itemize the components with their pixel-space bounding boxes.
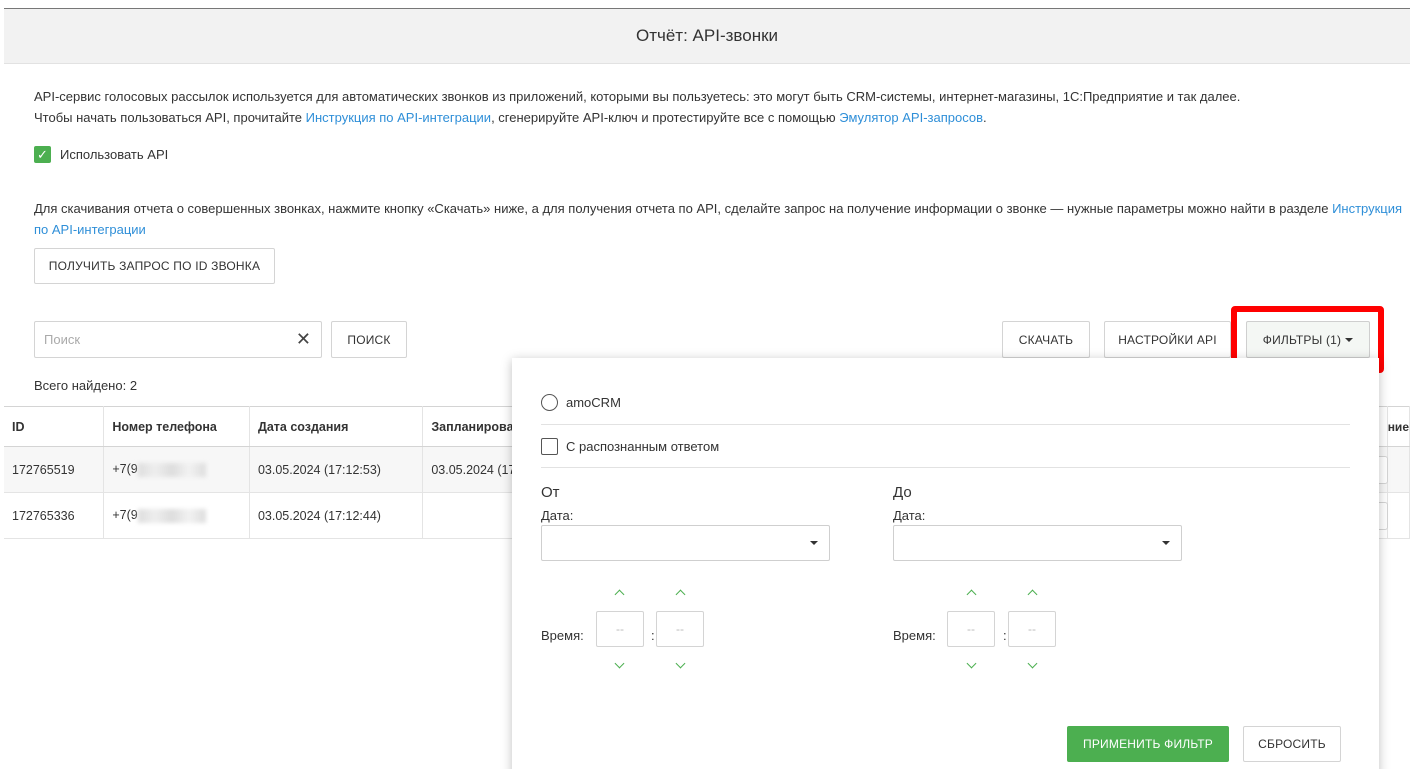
emulator-link[interactable]: Эмулятор API-запросов — [839, 110, 983, 125]
page-title: Отчёт: API-звонки — [635, 26, 779, 45]
column-header-phone[interactable]: Номер телефона — [103, 406, 250, 447]
time-separator: : — [651, 628, 655, 643]
to-date-select[interactable] — [893, 525, 1182, 561]
intro-line-1: API-сервис голосовых рассылок использует… — [34, 89, 1241, 104]
to-time-label: Время: — [893, 628, 936, 643]
from-hours-down-icon[interactable] — [615, 660, 625, 670]
to-title: До — [893, 484, 912, 501]
from-date-label: Дата: — [541, 508, 574, 523]
from-title: От — [541, 484, 560, 501]
instruction-link[interactable]: Инструкция по API-интеграции — [306, 110, 491, 125]
download-button[interactable]: СКАЧАТЬ — [1002, 321, 1090, 358]
from-minutes-down-icon[interactable] — [676, 660, 686, 670]
to-date-label: Дата: — [893, 508, 926, 523]
filters-button-label: ФИЛЬТРЫ (1) — [1262, 332, 1342, 347]
close-icon[interactable]: ✕ — [296, 330, 311, 348]
page-header: Отчёт: API-звонки — [4, 8, 1410, 64]
cell-partial — [1387, 492, 1410, 539]
column-header-partial: ние — [1387, 406, 1410, 447]
recognized-answer-label: С распознанным ответом — [566, 439, 720, 454]
to-hours-down-icon[interactable] — [967, 660, 977, 670]
recognized-answer-option[interactable]: С распознанным ответом — [541, 438, 719, 455]
caret-down-icon — [810, 541, 818, 545]
filters-button[interactable]: ФИЛЬТРЫ (1) — [1246, 321, 1370, 358]
intro-text-part: . — [983, 110, 987, 125]
phone-redacted — [137, 508, 206, 523]
total-found: Всего найдено: 2 — [34, 378, 138, 393]
search-input[interactable] — [44, 332, 294, 347]
divider — [541, 424, 1350, 425]
cell-phone: +7(9 — [103, 446, 250, 493]
column-header-created[interactable]: Дата создания — [249, 406, 424, 447]
to-hours-up-icon[interactable] — [967, 588, 977, 598]
phone-redacted — [137, 462, 206, 477]
cell-id: 172765336 — [4, 492, 105, 539]
filters-dropdown: amoCRM С распознанным ответом От Дата: В… — [512, 358, 1379, 769]
get-by-id-button[interactable]: ПОЛУЧИТЬ ЗАПРОС ПО ID ЗВОНКА — [34, 248, 275, 284]
cell-phone: +7(9 — [103, 492, 250, 539]
from-date-select[interactable] — [541, 525, 830, 561]
intro-line-2: Чтобы начать пользоваться API, прочитайт… — [34, 107, 1394, 128]
caret-down-icon — [1345, 337, 1354, 342]
row-action-button[interactable] — [1378, 456, 1388, 484]
cell-created: 03.05.2024 (17:12:53) — [249, 446, 424, 493]
amocrm-option[interactable]: amoCRM — [541, 394, 621, 411]
reset-button[interactable]: СБРОСИТЬ — [1243, 726, 1341, 762]
amocrm-label: amoCRM — [566, 395, 621, 410]
from-time-label: Время: — [541, 628, 584, 643]
to-minutes-up-icon[interactable] — [1028, 588, 1038, 598]
caret-down-icon — [1162, 541, 1170, 545]
row-action-button[interactable] — [1378, 502, 1388, 530]
search-button[interactable]: ПОИСК — [331, 321, 407, 358]
phone-text: +7(9 — [112, 508, 138, 523]
cell-partial — [1387, 446, 1410, 493]
checkmark-icon[interactable]: ✓ — [34, 146, 51, 163]
divider — [541, 467, 1350, 468]
download-info-text: Для скачивания отчета о совершенных звон… — [34, 198, 1404, 240]
use-api-label: Использовать API — [60, 147, 169, 162]
to-minutes-down-icon[interactable] — [1028, 660, 1038, 670]
use-api-checkbox[interactable]: ✓ Использовать API — [34, 146, 168, 163]
api-settings-button[interactable]: НАСТРОЙКИ API — [1104, 321, 1231, 358]
radio-button[interactable] — [541, 394, 558, 411]
time-separator: : — [1003, 628, 1007, 643]
from-hours-input[interactable]: -- — [596, 611, 644, 647]
checkbox[interactable] — [541, 438, 558, 455]
cell-created: 03.05.2024 (17:12:44) — [249, 492, 424, 539]
to-minutes-input[interactable]: -- — [1008, 611, 1056, 647]
from-hours-up-icon[interactable] — [615, 588, 625, 598]
apply-filter-button[interactable]: ПРИМЕНИТЬ ФИЛЬТР — [1067, 726, 1229, 762]
search-box: ✕ — [34, 321, 322, 358]
column-header-id[interactable]: ID — [4, 406, 105, 447]
phone-text: +7(9 — [112, 462, 138, 477]
intro-text-part: , сгенерируйте API-ключ и протестируйте … — [491, 110, 840, 125]
intro-text: API-сервис голосовых рассылок использует… — [34, 86, 1394, 128]
cell-id: 172765519 — [4, 446, 105, 493]
from-minutes-up-icon[interactable] — [676, 588, 686, 598]
intro-text-part: Чтобы начать пользоваться API, прочитайт… — [34, 110, 306, 125]
download-info-part: Для скачивания отчета о совершенных звон… — [34, 201, 1333, 216]
from-minutes-input[interactable]: -- — [656, 611, 704, 647]
to-hours-input[interactable]: -- — [947, 611, 995, 647]
